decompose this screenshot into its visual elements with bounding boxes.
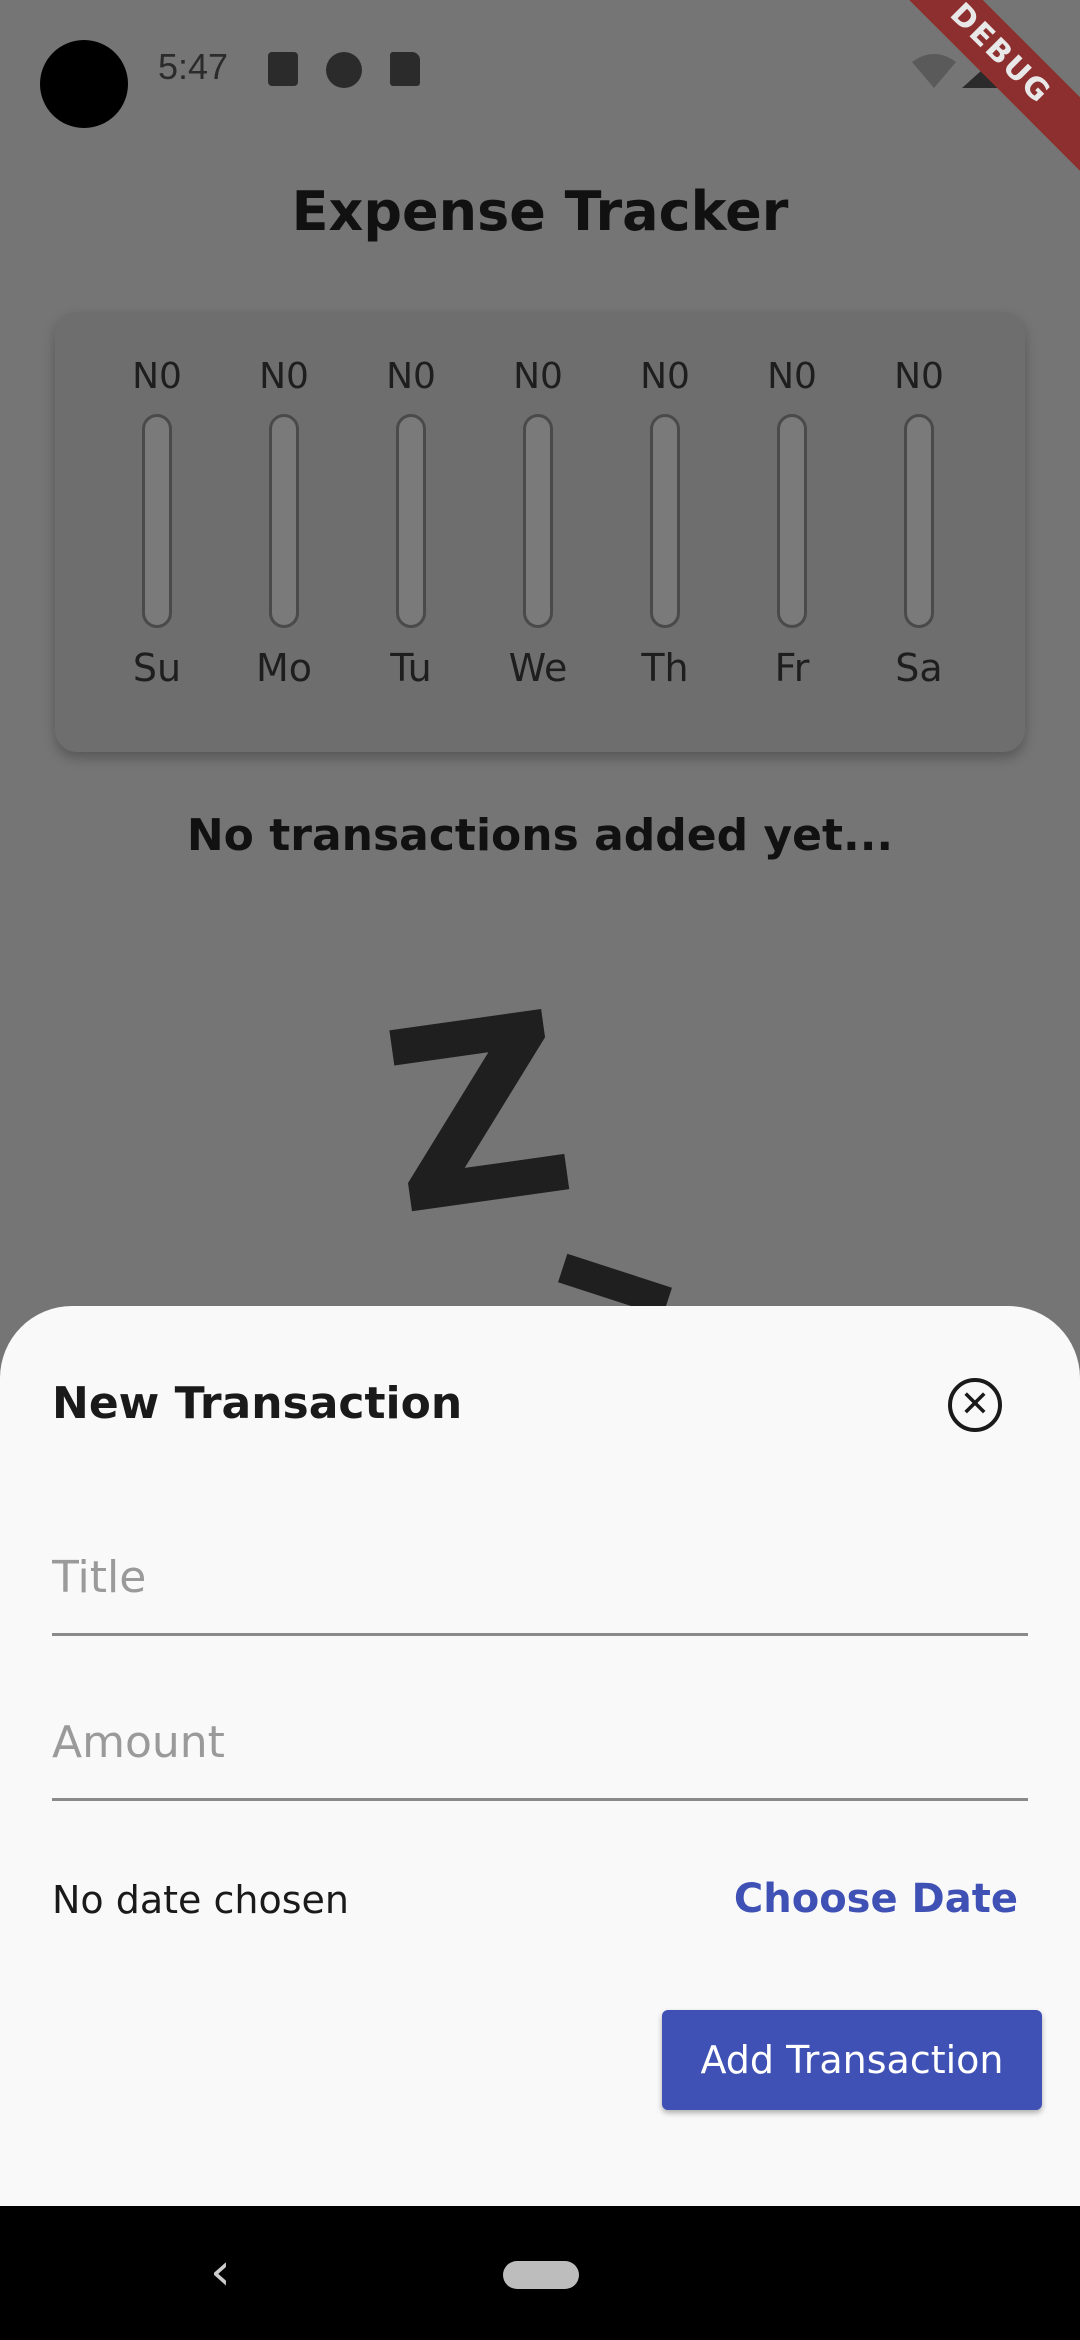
title-field (52, 1506, 1028, 1636)
bar-track (269, 414, 299, 628)
bar-amount-label: N0 (513, 356, 563, 397)
sleep-z-illustration: Z (368, 957, 589, 1272)
profile-icon (326, 52, 362, 88)
bar-day-label: Fr (774, 646, 810, 690)
page-title: Expense Tracker (291, 180, 789, 243)
chart-bar-th: N0 Th (605, 352, 725, 690)
status-time: 5:47 (158, 46, 229, 87)
date-status-text: No date chosen (52, 1878, 350, 1922)
bar-amount-label: N0 (386, 356, 436, 397)
chart-bar-su: N0 Su (97, 352, 217, 690)
font-a-icon (268, 52, 298, 86)
bar-day-label: Tu (390, 646, 432, 690)
bar-track (523, 414, 553, 628)
add-transaction-button[interactable]: Add Transaction (662, 2010, 1042, 2110)
wifi-off-icon (912, 54, 956, 88)
sd-card-icon (390, 52, 420, 86)
chart-bar-fr: N0 Fr (732, 352, 852, 690)
back-icon[interactable]: ‹ (210, 2242, 231, 2302)
chart-bar-we: N0 We (478, 352, 598, 690)
title-input[interactable] (52, 1552, 1028, 1603)
bar-amount-label: N0 (132, 356, 182, 397)
bar-day-label: Th (641, 646, 689, 690)
close-icon[interactable]: ✕ (948, 1378, 1002, 1432)
bar-track (142, 414, 172, 628)
bar-amount-label: N0 (259, 356, 309, 397)
bar-day-label: We (508, 646, 568, 690)
weekly-chart: N0 Su N0 Mo N0 Tu N0 We N0 Th N0 Fr N0 Sa (55, 312, 1025, 752)
chart-bar-sa: N0 Sa (859, 352, 979, 690)
amount-input[interactable] (52, 1717, 1028, 1768)
bar-amount-label: N0 (640, 356, 690, 397)
bar-day-label: Mo (255, 646, 313, 690)
bar-day-label: Su (132, 646, 182, 690)
amount-field (52, 1671, 1028, 1801)
chart-bar-mo: N0 Mo (224, 352, 344, 690)
sheet-title: New Transaction (52, 1378, 463, 1429)
choose-date-button[interactable]: Choose Date (734, 1876, 1018, 1922)
bar-track (777, 414, 807, 628)
status-bar: 5:47 (0, 0, 1080, 140)
chart-bar-tu: N0 Tu (351, 352, 471, 690)
bar-track (904, 414, 934, 628)
new-transaction-sheet: New Transaction ✕ No date chosen Choose … (0, 1306, 1080, 2206)
navigation-bar: ‹ (0, 2206, 1080, 2340)
bar-amount-label: N0 (894, 356, 944, 397)
camera-cutout (40, 40, 128, 128)
bar-track (650, 414, 680, 628)
home-pill[interactable] (503, 2261, 579, 2289)
bar-day-label: Sa (895, 646, 943, 690)
bar-amount-label: N0 (767, 356, 817, 397)
empty-state-text: No transactions added yet... (186, 810, 894, 861)
bar-track (396, 414, 426, 628)
